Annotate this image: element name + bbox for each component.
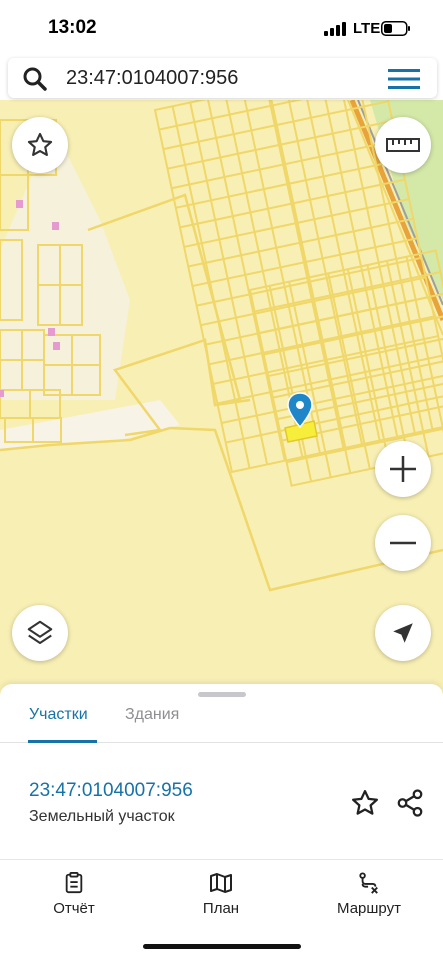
my-location-button[interactable] — [375, 605, 431, 661]
parcel-type-label: Земельный участок — [29, 808, 175, 825]
nav-route-label: Маршрут — [337, 900, 401, 917]
nav-plan[interactable]: План — [166, 872, 276, 917]
route-icon — [359, 872, 378, 894]
navigation-arrow-icon — [393, 623, 413, 643]
favorite-map-button[interactable] — [12, 117, 68, 173]
nav-report-label: Отчёт — [53, 900, 95, 917]
zoom-out-button[interactable] — [375, 515, 431, 571]
measure-button[interactable] — [375, 117, 431, 173]
map-canvas — [0, 100, 443, 592]
zoom-in-button[interactable] — [375, 441, 431, 497]
nav-plan-label: План — [202, 900, 240, 917]
battery-icon — [381, 21, 410, 36]
tab-parcels[interactable]: Участки — [29, 706, 88, 724]
search-bar — [8, 58, 437, 98]
share-icon[interactable] — [395, 788, 425, 818]
plus-icon — [390, 456, 416, 482]
status-time: 13:02 — [48, 17, 97, 38]
sheet-grabber[interactable] — [198, 692, 246, 697]
home-indicator — [143, 944, 301, 949]
ruler-icon — [386, 138, 420, 152]
minus-icon — [390, 541, 416, 545]
report-icon — [65, 872, 83, 894]
map-plan-icon — [210, 873, 232, 893]
nav-route[interactable]: Маршрут — [314, 872, 424, 917]
tab-buildings[interactable]: Здания — [125, 706, 179, 724]
parcel-cadastral-number[interactable]: 23:47:0104007:956 — [29, 780, 193, 802]
search-icon[interactable] — [22, 66, 48, 92]
bottom-sheet: Участки Здания 23:47:0104007:956 Земельн… — [0, 684, 443, 960]
nav-report[interactable]: Отчёт — [19, 872, 129, 917]
signal-icon — [324, 22, 346, 36]
layers-icon — [27, 620, 53, 644]
network-type: LTE — [353, 20, 381, 37]
star-outline-icon — [27, 132, 53, 156]
menu-icon[interactable] — [388, 67, 420, 91]
cadastral-map[interactable] — [0, 100, 443, 700]
layers-button[interactable] — [12, 605, 68, 661]
status-bar: 13:02 LTE — [0, 0, 443, 56]
list-divider — [0, 859, 443, 860]
active-tab-indicator — [28, 740, 97, 743]
search-input[interactable] — [66, 64, 366, 92]
star-outline-icon[interactable] — [350, 788, 380, 818]
